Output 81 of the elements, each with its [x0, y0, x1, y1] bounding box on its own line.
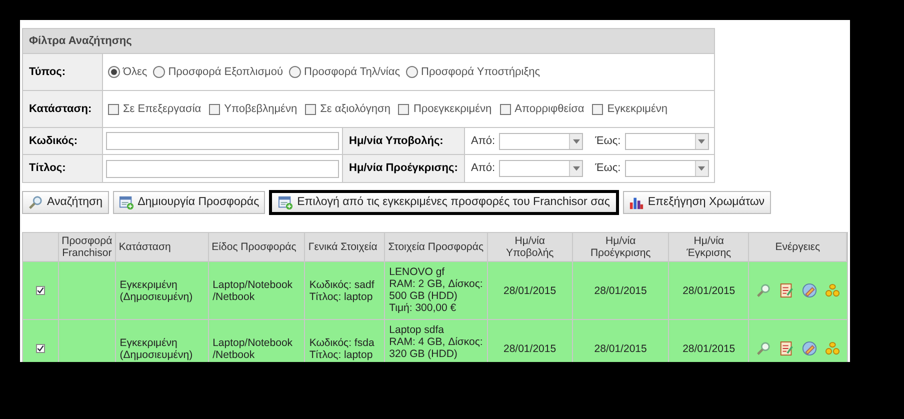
row-checkbox[interactable] — [36, 286, 45, 295]
table-row[interactable]: Εγκεκριμένη (Δημοσιευμένη) Laptop/Notebook /Netbook Κωδικός: fsda Τίτλος: laptop Laptop sdfa RAM: 4 GB, Δίσκος: 320 GB (HDD) 28/01/2015 28/01/2015 28/01/2015 — [22, 320, 848, 362]
radio-option[interactable]: Όλες — [108, 64, 148, 80]
cell-text: (Δημοσιευμένη) — [120, 290, 194, 302]
cell-text: 28/01/2015 — [594, 342, 647, 354]
toolbar-button[interactable]: Δημιουργία Προσφοράς — [112, 191, 266, 214]
pencil-icon[interactable] — [802, 283, 818, 298]
cell-text: 28/01/2015 — [682, 342, 736, 354]
column-header[interactable]: Ημ/νία Προέγκρισης — [572, 233, 670, 261]
date-dropdown[interactable] — [624, 132, 709, 150]
magnifier-icon[interactable] — [756, 283, 772, 298]
checkbox-option[interactable]: Υποβεβλημένη — [209, 100, 298, 118]
column-header[interactable]: Ημ/νία Υποβολής — [488, 233, 573, 261]
cell-text: Τιμή: 300,00 € — [389, 302, 458, 314]
cell-text: RAM: 2 GB, Δίσκος: — [389, 278, 483, 290]
cell-text: 28/01/2015 — [682, 284, 736, 296]
date-range-label: Έως: — [595, 161, 621, 176]
document-icon[interactable] — [779, 283, 794, 298]
coins-icon[interactable] — [825, 283, 840, 298]
document-icon[interactable] — [779, 341, 794, 356]
field-label: Τίτλος: — [23, 155, 103, 182]
date-range-label: Από: — [471, 161, 496, 176]
cell-text: Εγκεκριμένη — [120, 278, 178, 290]
toolbar-button[interactable]: Επιλογή από τις εγκεκριμένες προσφορές του Franchisor σας — [269, 190, 619, 215]
cell-text: 500 GB (HDD) — [389, 290, 458, 302]
cell-text: Laptop/Notebook — [212, 336, 294, 348]
cell-text: /Netbook — [212, 348, 256, 360]
cell-text: Εγκεκριμένη — [120, 336, 178, 348]
cell-text: 28/01/2015 — [594, 284, 647, 296]
cell-text: 28/01/2015 — [504, 342, 556, 354]
column-header[interactable]: Κατάσταση — [116, 233, 209, 261]
checkbox-option[interactable]: Απορριφθείσα — [500, 100, 584, 118]
radio-option[interactable]: Προσφορά Υποστήριξης — [406, 64, 540, 80]
field-label: Τύπος: — [23, 54, 103, 90]
text-input-field[interactable] — [106, 132, 339, 150]
date-range-label: Έως: — [595, 134, 621, 149]
cell-text: Τίτλος: laptop — [309, 290, 374, 302]
date-dropdown[interactable] — [499, 132, 584, 150]
pencil-icon[interactable] — [802, 341, 818, 356]
field-label: Ημ/νία Υποβολής: — [343, 128, 465, 154]
date-dropdown[interactable] — [624, 160, 709, 177]
column-header[interactable]: Ενέργειες — [749, 233, 848, 261]
date-dropdown[interactable] — [499, 160, 584, 177]
magnifier-icon[interactable] — [756, 341, 772, 356]
column-header[interactable]: Προσφορά Franchisor — [58, 233, 116, 261]
column-header[interactable]: Είδος Προσφοράς — [208, 233, 306, 261]
column-header[interactable]: Στοιχεία Προσφοράς — [385, 233, 488, 261]
cell-text: /Netbook — [212, 290, 256, 302]
checkbox-option[interactable]: Σε Επεξεργασία — [108, 100, 202, 118]
table-row[interactable]: Εγκεκριμένη (Δημοσιευμένη) Laptop/Notebook /Netbook Κωδικός: sadf Τίτλος: laptop LENOVO gf RAM: 2 GB, Δίσκος: 500 GB (HDD) Τιμή: 300,00 € 28/01/2015 28/01/2015 28/01/2015 — [22, 262, 848, 320]
search-icon — [28, 195, 43, 210]
cell-text: 320 GB (HDD) — [389, 348, 458, 360]
checkbox-option[interactable]: Εγκεκριμένη — [592, 100, 668, 118]
cell-text: Τίτλος: laptop — [309, 348, 374, 360]
column-header[interactable]: Γενικά Στοιχεία — [305, 233, 386, 261]
checkbox-option[interactable]: Σε αξιολόγηση — [305, 100, 390, 118]
field-label: Ημ/νία Προέγκρισης: — [343, 155, 465, 182]
cell-text: 28/01/2015 — [504, 284, 556, 296]
field-label: Κατάσταση: — [23, 91, 103, 127]
cell-text: LENOVO gf — [389, 266, 446, 278]
radio-option[interactable]: Προσφορά Εξοπλισμού — [153, 64, 283, 80]
cell-text: RAM: 4 GB, Δίσκος: — [389, 336, 483, 348]
radio-option[interactable]: Προσφορά Τηλ/νίας — [289, 64, 400, 80]
filter-panel-title: Φίλτρα Αναζήτησης — [23, 29, 714, 54]
cell-text: Laptop/Notebook — [212, 278, 294, 290]
column-header[interactable]: Ημ/νία Έγκρισης — [669, 233, 750, 261]
text-input-field[interactable] — [106, 160, 339, 178]
document-plus-icon — [278, 195, 294, 210]
toolbar-button[interactable]: Επεξήγηση Χρωμάτων — [622, 191, 771, 214]
cell-text: Κωδικός: sadf — [309, 278, 376, 290]
cell-text: Laptop sdfa — [389, 324, 446, 336]
checkbox-option[interactable]: Προεγκεκριμένη — [398, 100, 492, 118]
date-range-label: Από: — [471, 134, 496, 149]
toolbar-button[interactable]: Αναζήτηση — [22, 191, 109, 214]
coins-icon[interactable] — [825, 341, 840, 356]
document-plus-icon — [118, 195, 134, 210]
row-checkbox[interactable] — [36, 344, 45, 353]
field-label: Κωδικός: — [23, 128, 103, 154]
cell-text: Κωδικός: fsda — [309, 336, 376, 348]
bar-chart-icon — [628, 195, 644, 210]
cell-text: (Δημοσιευμένη) — [120, 348, 194, 360]
